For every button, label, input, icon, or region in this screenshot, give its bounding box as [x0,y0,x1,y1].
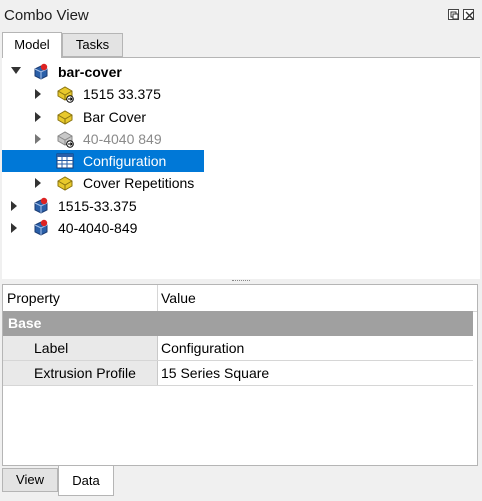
property-group-label: Base [8,315,42,331]
top-tab-bar: Model Tasks [0,30,482,58]
column-divider[interactable] [157,285,158,311]
property-row-extrusion-profile[interactable]: Extrusion Profile 15 Series Square [3,361,473,386]
tree-item-label: Cover Repetitions [83,175,195,191]
tree-item-label: 1515-33.375 [58,198,137,214]
tree-item-40-4040-849-link[interactable]: 40-4040 849 [2,128,478,150]
collapsed-arrow-icon[interactable] [10,195,22,217]
folder-icon [56,174,74,192]
column-header-value[interactable]: Value [161,290,196,306]
tree-item-40-4040-849-part[interactable]: 40-4040-849 [2,217,478,239]
tree-item-configuration[interactable]: Configuration [2,150,478,172]
column-divider [157,336,158,360]
collapsed-arrow-icon[interactable] [34,172,46,194]
collapsed-arrow-icon[interactable] [34,83,46,105]
property-key-text: Label [34,340,69,356]
collapsed-arrow-icon[interactable] [10,217,22,239]
tree-item-label: 1515 33.375 [83,86,161,102]
float-icon[interactable] [448,9,459,20]
close-icon[interactable] [463,9,474,20]
tree-item-1515-33-375[interactable]: 1515 33.375 [2,83,478,105]
property-grid-header: Property Value [3,285,477,312]
column-divider [157,361,158,385]
collapsed-arrow-icon[interactable] [34,128,46,150]
tree-item-label: 40-4040-849 [58,220,138,236]
collapsed-arrow-icon[interactable] [34,106,46,128]
tree-item-bar-cover[interactable]: bar-cover [2,61,478,83]
property-value[interactable]: Configuration [161,340,244,356]
tree-item-label: bar-cover [58,64,122,80]
part-icon [32,219,50,237]
property-value[interactable]: 15 Series Square [161,365,269,381]
tree-item-bar-cover-child[interactable]: Bar Cover [2,106,478,128]
tree-item-cover-repetitions[interactable]: Cover Repetitions [2,172,478,194]
part-icon [32,197,50,215]
splitter-grip[interactable] [232,280,250,283]
spreadsheet-icon [56,152,74,170]
property-key: Label [29,336,157,360]
tree-item-label: Configuration [83,153,167,169]
tab-tasks[interactable]: Tasks [62,33,123,57]
model-tree[interactable]: bar-cover 1515 33.375 Bar Cover 40-4040 … [2,57,480,280]
title-bar: Combo View [0,0,482,32]
bottom-tab-bar: View Data [0,466,482,501]
link-folder-icon [56,85,74,103]
row-indent [3,336,29,360]
window-title: Combo View [4,7,89,24]
column-header-property[interactable]: Property [7,290,60,306]
property-key: Extrusion Profile [29,361,157,385]
tab-view[interactable]: View [2,468,58,492]
property-row-label[interactable]: Label Configuration [3,336,473,361]
tab-model[interactable]: Model [2,32,62,58]
expanded-arrow-icon[interactable] [10,61,22,83]
tree-item-1515-33-375-part[interactable]: 1515-33.375 [2,195,478,217]
tree-item-label: Bar Cover [83,109,147,125]
tab-data[interactable]: Data [58,466,114,496]
link-folder-gray-icon [56,130,74,148]
part-icon [32,63,50,81]
property-key-text: Extrusion Profile [34,365,136,381]
row-indent [3,361,29,385]
folder-icon [56,108,74,126]
property-grid: Property Value Base Label Configuration … [2,284,478,466]
property-group-base[interactable]: Base [3,311,473,336]
tree-item-label: 40-4040 849 [83,131,162,147]
